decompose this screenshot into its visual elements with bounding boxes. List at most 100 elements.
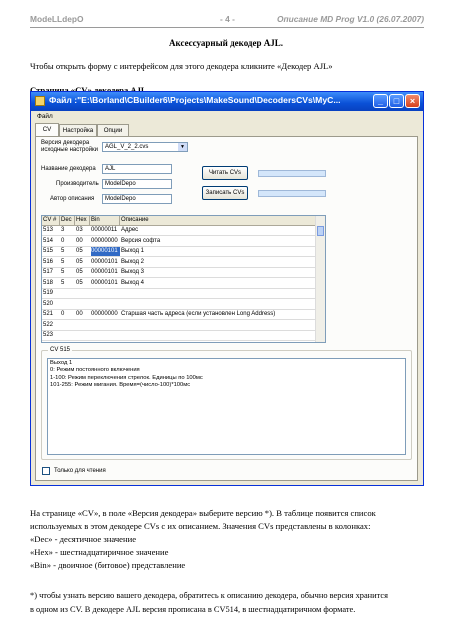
col-cv[interactable]: CV # bbox=[42, 216, 60, 225]
cell-cv[interactable]: 515 bbox=[43, 247, 60, 256]
table-row[interactable]: 517 5 05 00000101 Выход 3 bbox=[42, 268, 317, 278]
table-row[interactable]: 514 0 00 00000000 Версия софта bbox=[42, 237, 317, 247]
cell-hex[interactable]: 05 bbox=[76, 258, 90, 267]
cell-desc[interactable] bbox=[121, 289, 317, 298]
body-line: На странице «CV», в поле «Версия декодер… bbox=[30, 508, 376, 518]
table-row[interactable]: 515 5 05 00000101 Выход 1 bbox=[42, 247, 317, 257]
cell-desc[interactable] bbox=[121, 331, 317, 340]
cell-desc[interactable]: Выход 1 bbox=[121, 247, 317, 256]
minimize-button[interactable]: _ bbox=[373, 94, 388, 108]
cell-bin[interactable]: 00000101 bbox=[91, 258, 120, 267]
cell-cv[interactable]: 521 bbox=[43, 310, 60, 319]
title-bar[interactable]: Файл :"E:\Borland\CBuilder6\Projects\Mak… bbox=[31, 92, 423, 111]
cell-dec[interactable] bbox=[61, 331, 75, 340]
tab-options[interactable]: Опции bbox=[97, 124, 129, 136]
write-cvs-button[interactable]: Записать CVs bbox=[202, 186, 248, 200]
cell-dec[interactable]: 0 bbox=[61, 237, 75, 246]
cell-bin[interactable] bbox=[91, 321, 120, 330]
cell-hex[interactable] bbox=[76, 289, 90, 298]
table-scrollbar[interactable] bbox=[315, 216, 325, 342]
cell-dec[interactable] bbox=[61, 289, 75, 298]
cell-desc[interactable]: Старшая часть адреса (если установлен Lo… bbox=[121, 310, 317, 319]
cell-hex[interactable] bbox=[76, 300, 90, 309]
group-title: CV 515 bbox=[48, 347, 73, 353]
cv-description-group: CV 515 Выход 1 0: Режим постоянного вклю… bbox=[41, 347, 412, 460]
table-row[interactable]: 516 5 05 00000101 Выход 2 bbox=[42, 258, 317, 268]
app-icon bbox=[35, 96, 45, 106]
table-row[interactable]: 513 3 03 00000011 Адрес bbox=[42, 226, 317, 236]
tab-settings[interactable]: Настройка bbox=[59, 124, 97, 136]
cell-hex[interactable]: 00 bbox=[76, 237, 90, 246]
cell-bin[interactable]: 00000101 bbox=[91, 247, 120, 256]
chevron-down-icon[interactable]: ▼ bbox=[178, 143, 187, 151]
version-select[interactable]: AGL_V_2_2.cvs ▼ bbox=[102, 142, 188, 152]
cell-bin[interactable]: 00000101 bbox=[91, 279, 120, 288]
cell-dec[interactable]: 5 bbox=[61, 268, 75, 277]
header-brand: ModeLLdepO bbox=[30, 14, 84, 24]
cell-desc[interactable]: Выход 3 bbox=[121, 268, 317, 277]
table-row[interactable]: 523 bbox=[42, 331, 317, 341]
tab-cv[interactable]: CV bbox=[35, 123, 59, 136]
cv-table[interactable]: CV # Dec Hex Bin Описание 513 3 03 00000011… bbox=[41, 215, 326, 343]
cell-dec[interactable]: 5 bbox=[61, 258, 75, 267]
cell-cv[interactable]: 513 bbox=[43, 226, 60, 235]
menu-file[interactable]: Файл bbox=[37, 113, 53, 120]
cell-hex[interactable]: 05 bbox=[76, 268, 90, 277]
cell-bin[interactable]: 00000101 bbox=[91, 268, 120, 277]
footnote-line: *) чтобы узнать версию вашего декодера, … bbox=[30, 591, 388, 600]
decoder-name-field[interactable]: AJL bbox=[102, 164, 172, 174]
table-row[interactable]: 522 bbox=[42, 321, 317, 331]
cell-cv[interactable]: 519 bbox=[43, 289, 60, 298]
cell-hex[interactable]: 05 bbox=[76, 279, 90, 288]
cell-bin[interactable]: 00000000 bbox=[91, 310, 120, 319]
cell-desc[interactable]: Выход 4 bbox=[121, 279, 317, 288]
cv-panel: Версия декодера исходные настройки AGL_V… bbox=[35, 136, 418, 481]
col-desc[interactable]: Описание bbox=[120, 216, 317, 225]
readonly-checkbox[interactable] bbox=[42, 467, 50, 475]
cell-dec[interactable]: 0 bbox=[61, 310, 75, 319]
cell-cv[interactable]: 520 bbox=[43, 300, 60, 309]
maximize-button[interactable]: □ bbox=[389, 94, 404, 108]
cell-hex[interactable] bbox=[76, 321, 90, 330]
cell-dec[interactable]: 5 bbox=[61, 279, 75, 288]
col-hex[interactable]: Hex bbox=[75, 216, 90, 225]
cell-bin[interactable] bbox=[91, 331, 120, 340]
scrollbar-thumb[interactable] bbox=[317, 226, 324, 236]
cell-dec[interactable] bbox=[61, 321, 75, 330]
col-dec[interactable]: Dec bbox=[60, 216, 75, 225]
read-cvs-button[interactable]: Читать CVs bbox=[202, 166, 248, 180]
cell-hex[interactable]: 00 bbox=[76, 310, 90, 319]
manufacturer-field[interactable]: ModelDepo bbox=[102, 179, 172, 189]
cell-cv[interactable]: 523 bbox=[43, 331, 60, 340]
cell-hex[interactable] bbox=[76, 331, 90, 340]
cell-cv[interactable]: 514 bbox=[43, 237, 60, 246]
cell-hex[interactable]: 03 bbox=[76, 226, 90, 235]
cell-cv[interactable]: 518 bbox=[43, 279, 60, 288]
cell-desc[interactable] bbox=[121, 321, 317, 330]
cell-desc[interactable]: Версия софта bbox=[121, 237, 317, 246]
cell-bin[interactable]: 00000000 bbox=[91, 237, 120, 246]
table-row[interactable]: 521 0 00 00000000 Старшая часть адреса (если… bbox=[42, 310, 317, 320]
cell-bin[interactable] bbox=[91, 289, 120, 298]
author-field[interactable]: ModelDepo bbox=[102, 194, 172, 204]
table-row[interactable]: 519 bbox=[42, 289, 317, 299]
cell-desc[interactable]: Адрес bbox=[121, 226, 317, 235]
cell-bin[interactable] bbox=[91, 300, 120, 309]
cell-cv[interactable]: 516 bbox=[43, 258, 60, 267]
cell-bin[interactable]: 00000011 bbox=[91, 226, 120, 235]
table-row[interactable]: 520 bbox=[42, 300, 317, 310]
close-button[interactable]: × bbox=[405, 94, 420, 108]
cell-cv[interactable]: 517 bbox=[43, 268, 60, 277]
cell-hex[interactable]: 05 bbox=[76, 247, 90, 256]
cv-description-text[interactable]: Выход 1 0: Режим постоянного включения 1… bbox=[47, 358, 406, 455]
cell-dec[interactable] bbox=[61, 300, 75, 309]
cell-dec[interactable]: 3 bbox=[61, 226, 75, 235]
cell-desc[interactable]: Выход 2 bbox=[121, 258, 317, 267]
decoder-name-label: Название декодера bbox=[41, 166, 96, 172]
body-line: «Dec» - десятичное значение bbox=[30, 534, 137, 544]
table-row[interactable]: 518 5 05 00000101 Выход 4 bbox=[42, 279, 317, 289]
cell-desc[interactable] bbox=[121, 300, 317, 309]
col-bin[interactable]: Bin bbox=[90, 216, 120, 225]
cell-cv[interactable]: 522 bbox=[43, 321, 60, 330]
cell-dec[interactable]: 5 bbox=[61, 247, 75, 256]
